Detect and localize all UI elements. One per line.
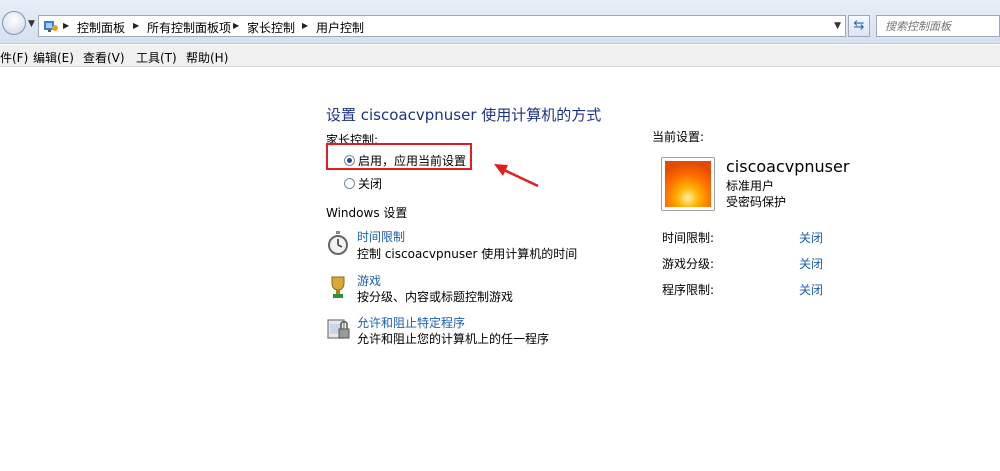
current-settings-label: 当前设置: <box>652 130 705 144</box>
breadcrumb-separator-icon: ▶ <box>63 21 70 30</box>
menu-bar: 件(F) 编辑(E) 查看(V) 工具(T) 帮助(H) <box>0 45 1000 67</box>
option-off[interactable]: 关闭 <box>344 175 382 192</box>
breadcrumb-separator-icon: ▶ <box>302 21 309 30</box>
desc-games: 按分级、内容或标题控制游戏 <box>357 290 514 304</box>
menu-view[interactable]: 查看(V) <box>83 49 125 66</box>
link-time-limits[interactable]: 时间限制 <box>357 228 405 245</box>
breadcrumb-separator-icon: ▶ <box>133 21 140 30</box>
link-games[interactable]: 游戏 <box>357 272 381 289</box>
radio-unselected-icon[interactable] <box>344 178 355 189</box>
search-box[interactable] <box>876 15 1000 37</box>
user-name: ciscoacvpnuser <box>726 157 850 176</box>
address-dropdown-icon[interactable]: ▼ <box>834 21 841 31</box>
game-trophy-icon <box>331 276 345 298</box>
breadcrumb-item-all-items[interactable]: 所有控制面板项 <box>147 19 231 36</box>
program-block-icon <box>327 319 350 339</box>
breadcrumb-separator-icon: ▶ <box>233 21 240 30</box>
breadcrumb-item-control-panel[interactable]: 控制面板 <box>77 19 125 36</box>
avatar-image <box>665 161 711 207</box>
avatar <box>661 157 715 211</box>
menu-tools[interactable]: 工具(T) <box>136 49 177 66</box>
radio-selected-icon[interactable] <box>344 155 355 166</box>
menu-edit[interactable]: 编辑(E) <box>33 49 74 66</box>
windows-settings-label: Windows 设置 <box>326 206 408 220</box>
back-button[interactable] <box>2 11 26 35</box>
option-enable[interactable]: 启用，应用当前设置 <box>344 152 466 169</box>
status-value-program-limits[interactable]: 关闭 <box>799 281 823 298</box>
option-off-label: 关闭 <box>358 177 383 191</box>
refresh-button[interactable]: ⇆ <box>848 15 870 37</box>
breadcrumb-item-parental-controls[interactable]: 家长控制 <box>247 19 295 36</box>
password-status: 受密码保护 <box>726 195 787 209</box>
link-allow-block-programs[interactable]: 允许和阻止特定程序 <box>357 314 465 331</box>
refresh-icon: ⇆ <box>853 18 865 33</box>
account-type: 标准用户 <box>726 179 775 193</box>
search-input[interactable] <box>877 16 999 36</box>
option-enable-label: 启用，应用当前设置 <box>358 154 467 168</box>
stopwatch-icon <box>328 231 348 255</box>
control-panel-icon <box>44 21 58 32</box>
desc-allow-block-programs: 允许和阻止您的计算机上的任一程序 <box>357 332 550 346</box>
address-bar: ▼ ▶ 控制面板 ▶ 所有控制面板项 ▶ 家长控制 ▶ 用户控制 ▼ ⇆ <box>0 0 1000 44</box>
breadcrumb-item-user-controls[interactable]: 用户控制 <box>316 19 364 36</box>
status-value-game-ratings[interactable]: 关闭 <box>799 255 823 272</box>
page-title: 设置 ciscoacvpnuser 使用计算机的方式 <box>326 106 602 124</box>
recent-pages-dropdown-icon[interactable]: ▼ <box>28 19 35 29</box>
status-label-time-limits: 时间限制: <box>662 231 715 245</box>
status-value-time-limits[interactable]: 关闭 <box>799 229 823 246</box>
breadcrumb[interactable]: ▶ 控制面板 ▶ 所有控制面板项 ▶ 家长控制 ▶ 用户控制 ▼ <box>38 15 846 37</box>
desc-time-limits: 控制 ciscoacvpnuser 使用计算机的时间 <box>357 247 578 261</box>
menu-file[interactable]: 件(F) <box>0 49 28 66</box>
status-label-program-limits: 程序限制: <box>662 283 715 297</box>
annotation-arrow-icon <box>494 164 539 188</box>
menu-help[interactable]: 帮助(H) <box>186 49 228 66</box>
status-label-game-ratings: 游戏分级: <box>662 257 715 271</box>
